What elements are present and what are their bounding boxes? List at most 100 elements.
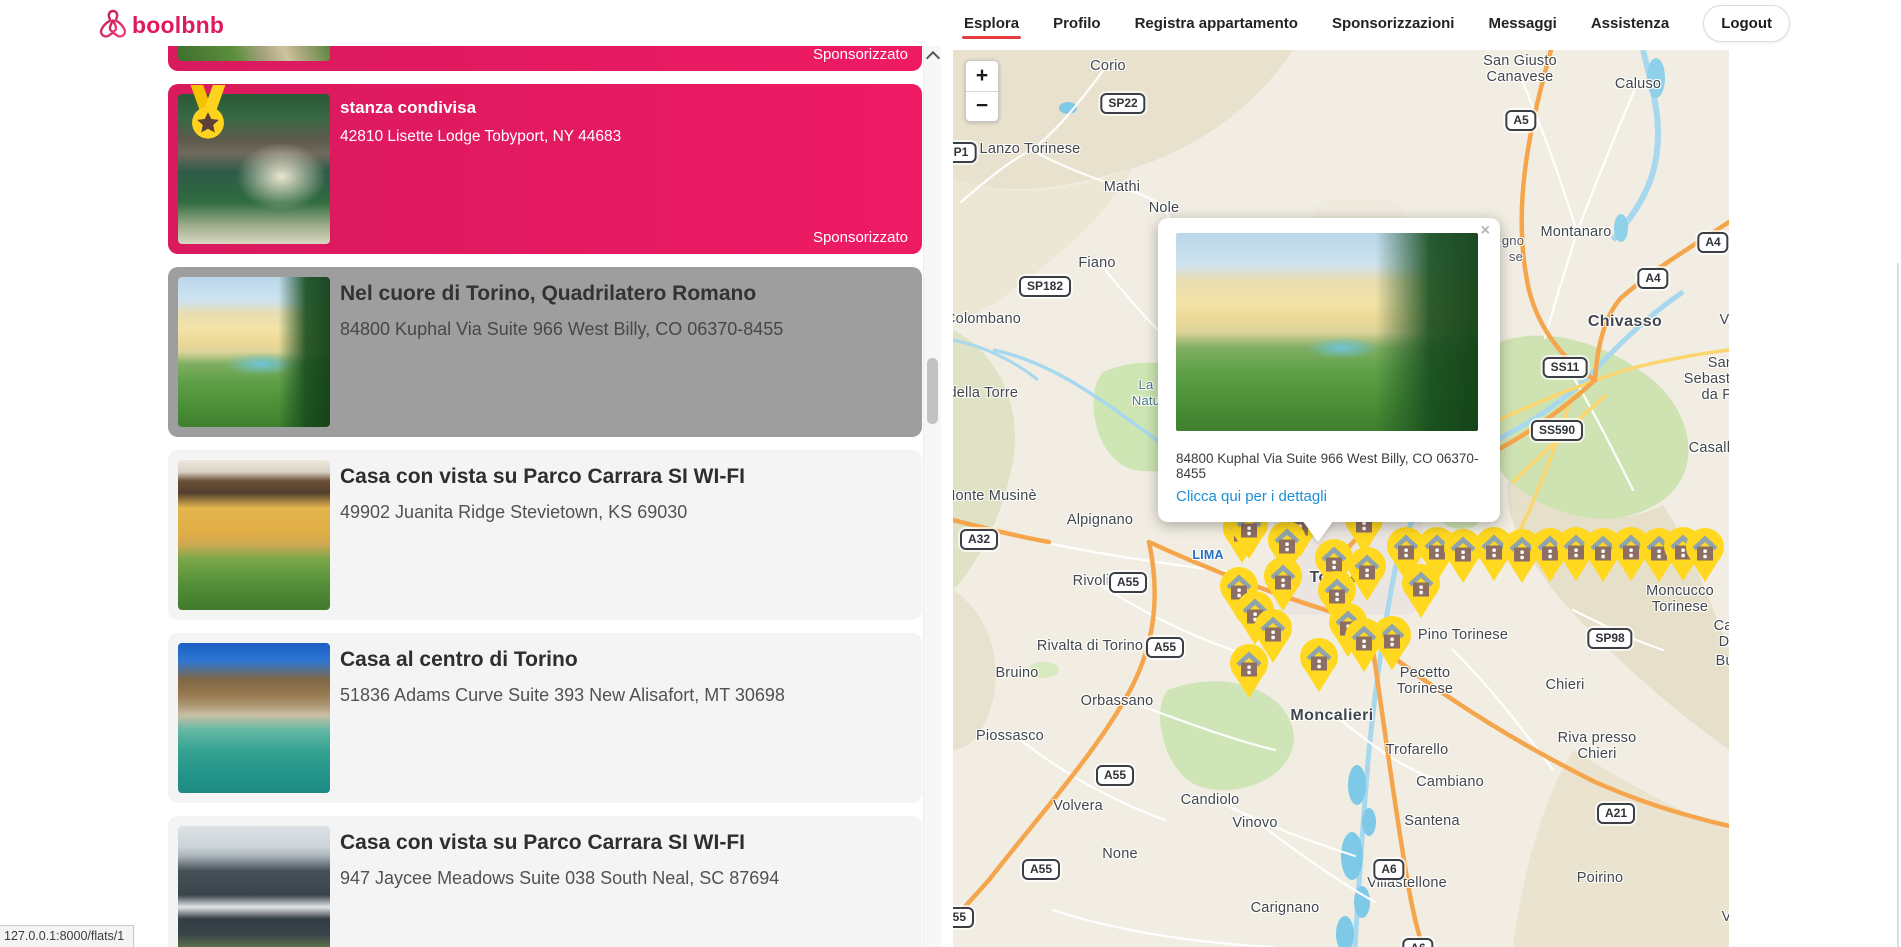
map-label-rivoli: Rivoli	[1072, 573, 1110, 589]
nav-item-messaggi[interactable]: Messaggi	[1488, 15, 1556, 32]
brand-name: boolbnb	[132, 12, 225, 38]
road-badge-a6: A6	[1402, 938, 1434, 947]
listing-card[interactable]: Casa al centro di Torino 51836 Adams Cur…	[168, 633, 922, 803]
listing-card[interactable]: Nel cuore di Torino, Quadrilatero Romano…	[168, 267, 922, 437]
map-label-piossasco: Piossasco	[976, 728, 1044, 744]
window-scrollbar[interactable]	[1897, 263, 1899, 947]
nav-item-assistenza[interactable]: Assistenza	[1591, 15, 1669, 32]
map-label-verolengo: Verolengo	[1719, 312, 1729, 328]
sponsored-medal-icon	[184, 85, 232, 143]
map-marker-house-pin[interactable]	[1683, 526, 1727, 582]
listing-photo	[178, 826, 330, 947]
nav-item-profilo[interactable]: Profilo	[1053, 15, 1101, 32]
map-label-trofarello: Trofarello	[1385, 742, 1449, 758]
listing-card[interactable]: Casa con vista su Parco Carrara SI WI-FI…	[168, 816, 922, 947]
nav-item-registra-appartamento[interactable]: Registra appartamento	[1135, 15, 1298, 32]
listings-scrollbar[interactable]	[923, 46, 941, 947]
map-label-montanaro: Montanaro	[1540, 224, 1612, 240]
listing-title: Nel cuore di Torino, Quadrilatero Romano	[340, 282, 757, 305]
map-label-chieri: Chieri	[1545, 677, 1585, 693]
map-zoom-control: + −	[965, 60, 999, 122]
listing-photo	[178, 277, 330, 427]
scrollbar-thumb[interactable]	[927, 358, 938, 424]
map[interactable]: San Giusto Canavese Corio Caluso Lanzo Tori…	[953, 50, 1729, 947]
map-popup: 84800 Kuphal Via Suite 966 West Billy, C…	[1158, 218, 1500, 522]
map-label-carignano: Carignano	[1250, 900, 1320, 916]
map-label-chivasso: Chivasso	[1587, 313, 1663, 330]
map-label-gno: gno	[1501, 233, 1525, 248]
map-label-vinovo: Vinovo	[1232, 815, 1278, 831]
road-badge-sp98: SP98	[1587, 628, 1633, 649]
listing-address: 947 Jaycee Meadows Suite 038 South Neal,…	[340, 868, 780, 889]
map-label-pino-torinese: Pino Torinese	[1417, 627, 1509, 643]
popup-close-icon[interactable]: ×	[1481, 223, 1490, 239]
popup-photo	[1176, 233, 1478, 431]
brand-logo[interactable]: boolbnb	[97, 7, 224, 44]
road-badge-sp1: SP1	[953, 142, 977, 163]
map-label-valfenera: Valfenera	[1721, 909, 1729, 925]
zoom-in-button[interactable]: +	[966, 61, 998, 92]
road-badge-sp182: SP182	[1018, 276, 1072, 297]
road-badge-a4: A4	[1637, 268, 1669, 289]
belo-icon	[97, 7, 129, 44]
listing-title: Casa al centro di Torino	[340, 648, 578, 671]
map-marker-house-pin[interactable]	[1297, 636, 1341, 692]
listing-card[interactable]: Casa con vista su Parco Carrara SI WI-FI…	[168, 450, 922, 620]
top-navbar: boolbnb Esplora Profilo Registra appartame…	[0, 0, 1901, 46]
map-marker-house-pin[interactable]	[1227, 642, 1271, 698]
road-badge-ss590: SS590	[1530, 420, 1584, 441]
listing-card[interactable]: stanza condivisa 42810 Lisette Lodge Tob…	[168, 84, 922, 254]
logout-button[interactable]: Logout	[1703, 4, 1790, 42]
map-label-san-sebastiano-da-po: San Sebastiano da Po	[1683, 355, 1729, 403]
listing-photo	[178, 643, 330, 793]
sponsored-label: Sponsorizzato	[812, 229, 908, 246]
listings-panel: Sponsorizzato stanza condivisa 42810 Lis…	[168, 46, 922, 947]
listing-address: 84800 Kuphal Via Suite 966 West Billy, C…	[340, 319, 784, 340]
zoom-out-button[interactable]: −	[966, 92, 998, 122]
map-label-none: None	[1102, 846, 1138, 862]
nav-item-esplora[interactable]: Esplora	[962, 15, 1022, 39]
road-badge-a55: A55	[1021, 859, 1061, 880]
map-label-candiolo: Candiolo	[1180, 792, 1240, 808]
sponsored-label: Sponsorizzato	[812, 46, 908, 63]
map-label-riva-presso-chieri: Riva presso Chieri	[1557, 730, 1637, 762]
map-label-nole: Nole	[1148, 200, 1180, 216]
listing-card-body: Nel cuore di Torino, Quadrilatero Romano…	[340, 281, 908, 340]
map-label-la-natu: La Natu	[1131, 377, 1161, 408]
map-label-rivalta-di-torino: Rivalta di Torino	[1036, 638, 1144, 654]
map-label-buttigliera-d-asti: Buttigliera d'Asti	[1715, 653, 1729, 669]
scrollbar-up-icon[interactable]	[925, 50, 941, 66]
map-label-mathi: Mathi	[1103, 179, 1141, 195]
listing-photo	[178, 460, 330, 610]
map-label-moncalieri: Moncalieri	[1290, 707, 1374, 724]
map-label-orbassano: Orbassano	[1080, 693, 1154, 709]
map-label-casalborgone: Casalborgone	[1688, 440, 1729, 456]
map-label-bruino: Bruino	[995, 665, 1039, 681]
popup-tail	[1302, 520, 1334, 542]
map-marker-house-pin[interactable]	[1342, 616, 1386, 672]
map-label-lima: LIMA	[1192, 548, 1224, 562]
road-badge-a5: A5	[1505, 110, 1537, 131]
road-badge-ss11: SS11	[1542, 357, 1588, 378]
map-label-lanzo-torinese: Lanzo Torinese	[979, 141, 1081, 157]
road-badge-a21: A21	[1596, 803, 1636, 824]
popup-details-link[interactable]: Clicca qui per i dettagli	[1176, 488, 1327, 505]
map-label-santena: Santena	[1404, 813, 1460, 829]
listing-card[interactable]: Sponsorizzato	[168, 46, 922, 71]
listing-title: stanza condivisa	[340, 98, 477, 117]
road-badge-a6: A6	[1373, 859, 1405, 880]
listing-card-body: Casa al centro di Torino 51836 Adams Cur…	[340, 647, 908, 706]
map-label-colombano: Colombano	[953, 311, 1021, 327]
listing-card-body: stanza condivisa 42810 Lisette Lodge Tob…	[340, 98, 908, 146]
map-label-val-della-torre: Val della Torre	[953, 385, 1019, 401]
listing-address: 42810 Lisette Lodge Tobyport, NY 44683	[340, 128, 622, 146]
listing-address: 51836 Adams Curve Suite 393 New Alisafor…	[340, 685, 785, 706]
map-label-moncucco-torinese: Moncucco Torinese	[1646, 583, 1714, 615]
listing-card-body: Casa con vista su Parco Carrara SI WI-FI…	[340, 830, 908, 889]
listing-address: 49902 Juanita Ridge Stevietown, KS 69030	[340, 502, 688, 523]
road-badge-a55: A55	[953, 907, 975, 928]
road-badge-a55: A55	[1095, 765, 1135, 786]
popup-address: 84800 Kuphal Via Suite 966 West Billy, C…	[1176, 451, 1479, 481]
nav-item-sponsorizzazioni[interactable]: Sponsorizzazioni	[1332, 15, 1455, 32]
header-nav: Esplora Profilo Registra appartamento Spons…	[962, 0, 1790, 46]
